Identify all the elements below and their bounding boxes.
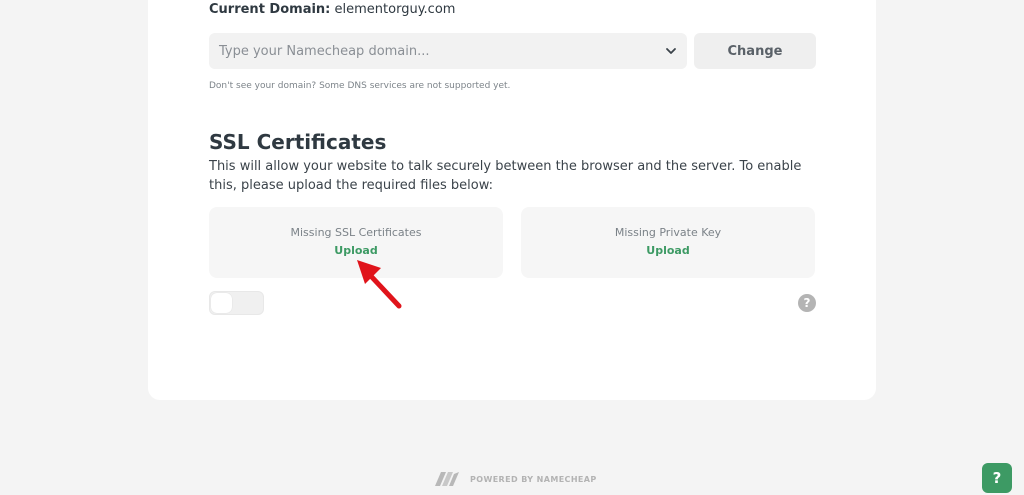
domain-hint: Don't see your domain? Some DNS services… [209,81,511,91]
help-icon[interactable]: ? [798,294,816,312]
change-button[interactable]: Change [694,33,816,69]
namecheap-logo-icon [435,472,459,486]
upload-ssl-link[interactable]: Upload [209,244,503,257]
current-domain: Current Domain: elementorguy.com [209,2,455,17]
red-arrow-icon [357,260,402,309]
ssl-title: SSL Certificates [209,130,387,154]
current-domain-label: Current Domain: [209,2,331,17]
toggle-knob [211,293,232,313]
missing-ssl-label: Missing SSL Certificates [290,226,422,239]
chevron-down-icon [666,48,676,54]
footer: POWERED BY NAMECHEAP [434,471,597,487]
domain-select-placeholder: Type your Namecheap domain... [219,43,430,59]
powered-by-text: POWERED BY NAMECHEAP [470,474,597,484]
ssl-description: This will allow your website to talk sec… [209,159,802,193]
domain-select[interactable]: Type your Namecheap domain... [209,33,687,69]
help-chat-button[interactable]: ? [982,463,1012,493]
ssl-toggle[interactable] [209,291,264,315]
private-key-upload-box: Missing Private Key Upload [521,207,815,278]
missing-private-key-label: Missing Private Key [614,226,722,239]
current-domain-value: elementorguy.com [334,2,456,17]
upload-private-key-link[interactable]: Upload [521,244,815,257]
